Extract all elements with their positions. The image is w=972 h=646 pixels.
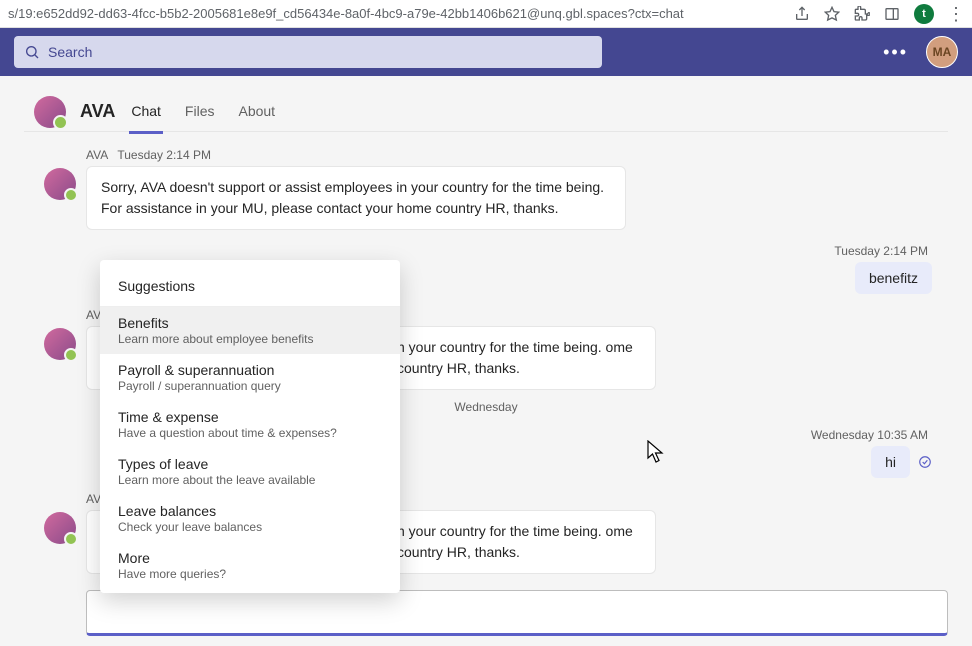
sender-name: AV bbox=[86, 308, 101, 322]
suggestion-item-payroll[interactable]: Payroll & superannuation Payroll / super… bbox=[100, 354, 400, 401]
suggestion-title: Payroll & superannuation bbox=[118, 362, 382, 378]
message-time: Tuesday 2:14 PM bbox=[117, 148, 211, 162]
url-text[interactable]: s/19:e652dd92-dd63-4fcc-b5b2-2005681e8e9… bbox=[8, 6, 794, 21]
suggestion-desc: Learn more about the leave available bbox=[118, 473, 382, 487]
suggestion-title: Benefits bbox=[118, 315, 382, 331]
tab-files[interactable]: Files bbox=[183, 89, 217, 134]
search-icon bbox=[24, 44, 40, 60]
bookmark-star-icon[interactable] bbox=[824, 6, 840, 22]
panel-icon[interactable] bbox=[884, 6, 900, 22]
tabs: Chat Files About bbox=[129, 89, 277, 134]
suggestion-desc: Payroll / superannuation query bbox=[118, 379, 382, 393]
bot-name: AVA bbox=[80, 101, 115, 122]
suggestion-item-time-expense[interactable]: Time & expense Have a question about tim… bbox=[100, 401, 400, 448]
suggestion-item-types-leave[interactable]: Types of leave Learn more about the leav… bbox=[100, 448, 400, 495]
suggestion-item-benefits[interactable]: Benefits Learn more about employee benef… bbox=[100, 307, 400, 354]
suggestions-title: Suggestions bbox=[100, 268, 400, 307]
user-message-bubble[interactable]: benefitz bbox=[855, 262, 932, 294]
suggestion-item-more[interactable]: More Have more queries? bbox=[100, 542, 400, 589]
share-icon[interactable] bbox=[794, 6, 810, 22]
suggestions-popup: Suggestions Benefits Learn more about em… bbox=[100, 260, 400, 593]
user-avatar[interactable]: MA bbox=[926, 36, 958, 68]
extensions-icon[interactable] bbox=[854, 6, 870, 22]
mouse-cursor-icon bbox=[647, 440, 665, 464]
read-receipt-icon bbox=[918, 455, 932, 469]
browser-profile-avatar[interactable]: t bbox=[914, 4, 934, 24]
bot-message-bubble[interactable]: Sorry, AVA doesn't support or assist emp… bbox=[86, 166, 626, 230]
tab-chat[interactable]: Chat bbox=[129, 89, 163, 134]
suggestion-desc: Have more queries? bbox=[118, 567, 382, 581]
tab-about[interactable]: About bbox=[236, 89, 277, 134]
message-meta: AVA Tuesday 2:14 PM bbox=[86, 148, 938, 162]
user-message-bubble[interactable]: hi bbox=[871, 446, 910, 478]
suggestion-desc: Have a question about time & expenses? bbox=[118, 426, 382, 440]
bot-message-row: Sorry, AVA doesn't support or assist emp… bbox=[44, 166, 938, 230]
suggestion-title: Types of leave bbox=[118, 456, 382, 472]
browser-menu-icon[interactable]: ⋮ bbox=[948, 6, 964, 22]
sender-name: AVA bbox=[86, 148, 108, 162]
bot-avatar-icon bbox=[44, 328, 76, 360]
bot-avatar[interactable] bbox=[34, 96, 66, 128]
bot-avatar-icon bbox=[44, 168, 76, 200]
suggestion-desc: Check your leave balances bbox=[118, 520, 382, 534]
suggestion-desc: Learn more about employee benefits bbox=[118, 332, 382, 346]
suggestion-title: Time & expense bbox=[118, 409, 382, 425]
browser-address-bar: s/19:e652dd92-dd63-4fcc-b5b2-2005681e8e9… bbox=[0, 0, 972, 28]
suggestion-item-leave-balances[interactable]: Leave balances Check your leave balances bbox=[100, 495, 400, 542]
bot-avatar-icon bbox=[44, 512, 76, 544]
suggestion-title: More bbox=[118, 550, 382, 566]
user-message-time: Tuesday 2:14 PM bbox=[34, 244, 928, 258]
compose-box[interactable] bbox=[86, 590, 948, 636]
teams-top-bar: ••• MA bbox=[0, 28, 972, 76]
suggestion-title: Leave balances bbox=[118, 503, 382, 519]
chat-header: AVA Chat Files About bbox=[24, 76, 948, 132]
sender-name: AV bbox=[86, 492, 101, 506]
search-input[interactable] bbox=[14, 36, 602, 68]
more-options-icon[interactable]: ••• bbox=[883, 42, 908, 63]
